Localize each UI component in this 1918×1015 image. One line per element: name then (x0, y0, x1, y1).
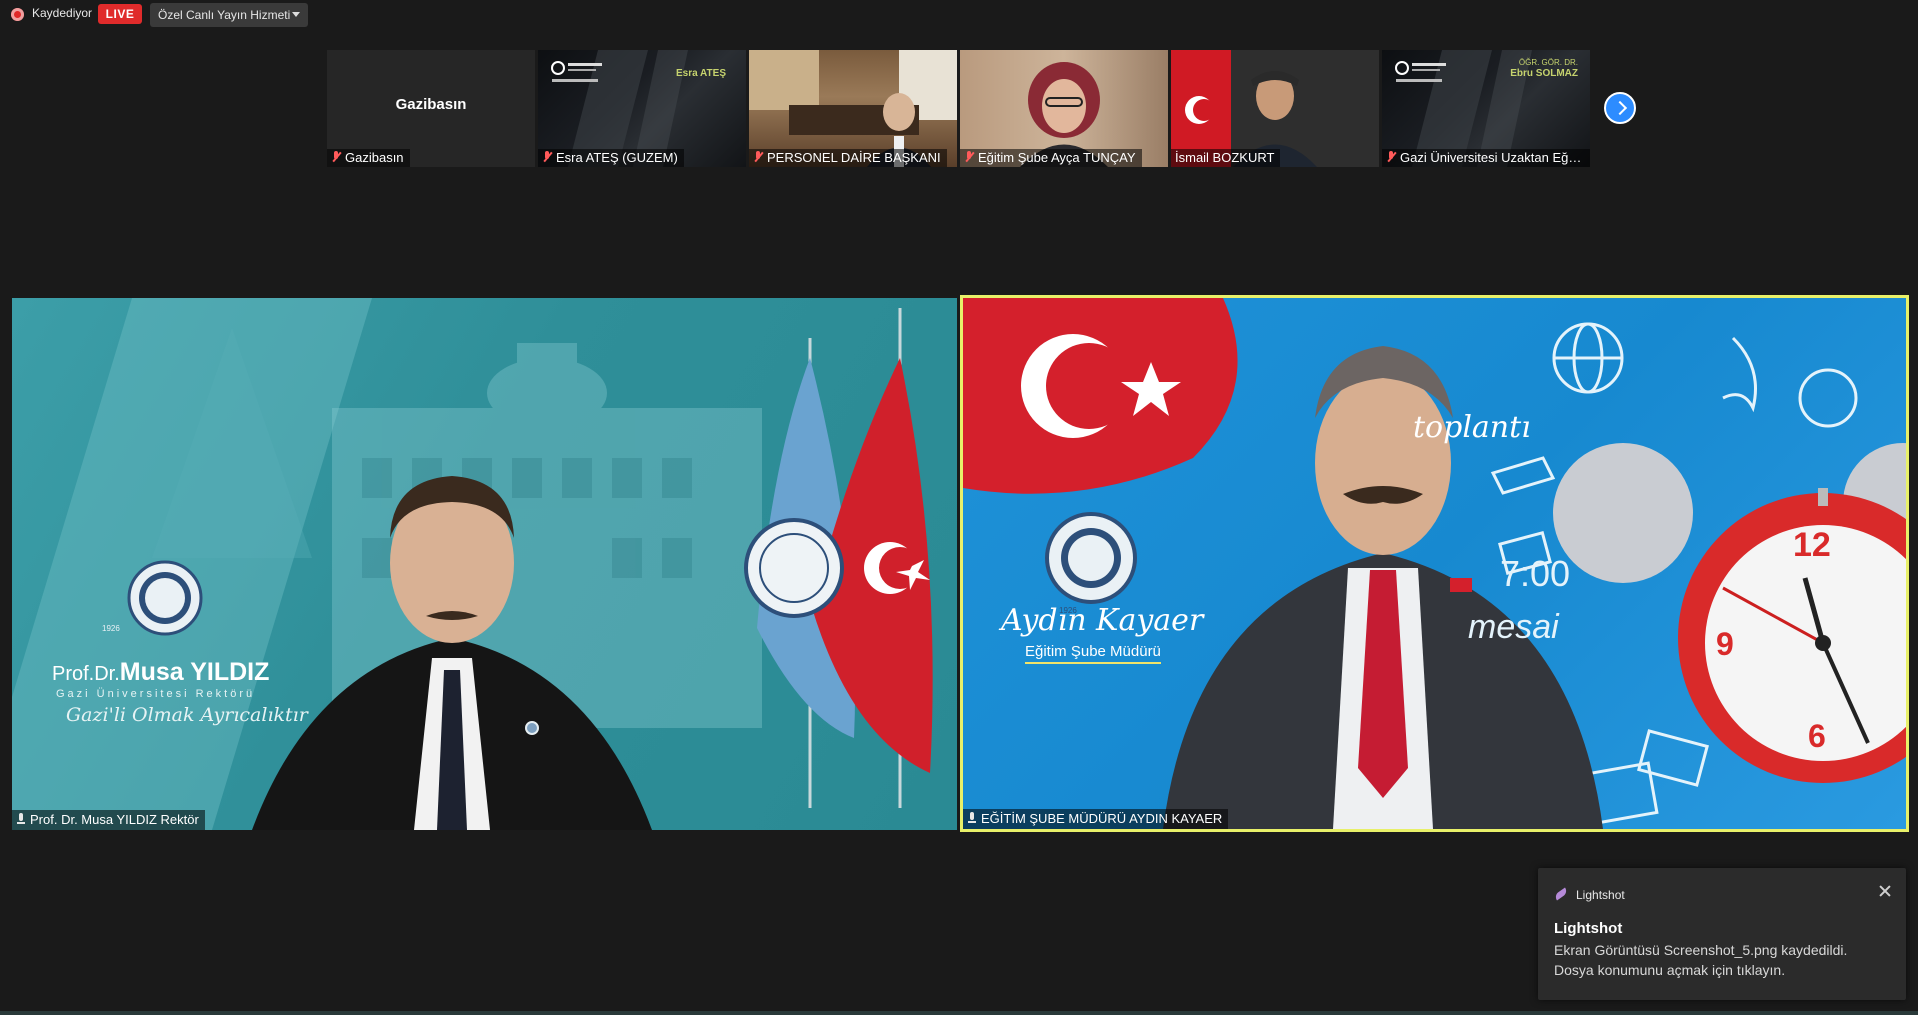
notification-app-name: Lightshot (1576, 888, 1625, 902)
mic-muted-icon (542, 151, 552, 163)
video-tile-active-speaker[interactable]: 1926 toplantı 7:00 mesai 12 9 6 Aydın Ka… (960, 295, 1909, 832)
meeting-top-bar: Kaydediyor LIVE Özel Canlı Yayın Hizmeti (0, 0, 1918, 30)
participant-name: Prof. Dr. Musa YILDIZ Rektör (30, 812, 199, 827)
background-title: Prof.Dr.Musa YILDIZ (52, 658, 269, 687)
participant-name-bar: Prof. Dr. Musa YILDIZ Rektör (12, 810, 205, 830)
live-stream-service-label: Özel Canlı Yayın Hizmeti (158, 8, 291, 22)
participant-center-name: Gazibasın (395, 96, 467, 113)
video-tile-left[interactable]: 1926 Prof.Dr.Musa YILDIZ Gazi Üniversite… (12, 298, 957, 830)
background-signature: Aydın Kayaer (1001, 603, 1204, 638)
participant-name: İsmail BOZKURT (1175, 150, 1275, 165)
live-stream-service-dropdown[interactable]: Özel Canlı Yayın Hizmeti (150, 3, 308, 27)
background-overlay-title: ÖĞR. GÖR. DR. (1518, 58, 1578, 67)
participant-thumbnail[interactable]: Gazibasın Gazibasın (327, 50, 535, 167)
background-overlay-name: Ebru SOLMAZ (1510, 68, 1578, 79)
participant-name: Gazibasın (345, 150, 404, 165)
participant-name: Esra ATEŞ (GUZEM) (556, 150, 678, 165)
background-word-mesai: mesai (1468, 608, 1559, 646)
notification-app-row: Lightshot (1553, 887, 1625, 902)
participant-name: Eğitim Şube Ayça TUNÇAY (978, 150, 1136, 165)
participant-name-bar: Gazi Üniversitesi Uzaktan Eğiti... (1382, 149, 1590, 167)
bottom-edge (0, 1011, 1918, 1015)
lightshot-notification[interactable]: Lightshot Lightshot Ekran Görüntüsü Scre… (1538, 868, 1906, 1000)
participant-name-bar: Eğitim Şube Ayça TUNÇAY (960, 149, 1142, 167)
virtual-background (963, 298, 1906, 829)
participant-name: EĞİTİM ŞUBE MÜDÜRÜ AYDIN KAYAER (981, 811, 1223, 826)
background-overlay-name: Esra ATEŞ (675, 68, 726, 79)
mic-muted-icon (753, 151, 763, 163)
notification-message[interactable]: Ekran Görüntüsü Screenshot_5.png kaydedi… (1554, 940, 1884, 980)
participant-thumbnail[interactable]: ÖĞR. GÖR. DR. Ebru SOLMAZ Gazi Üniversit… (1382, 50, 1590, 167)
participant-name: PERSONEL DAİRE BAŞKANI (767, 150, 941, 165)
mic-muted-icon (964, 151, 974, 163)
participant-thumbnail[interactable]: PERSONEL DAİRE BAŞKANI (749, 50, 957, 167)
recording-label: Kaydediyor (32, 6, 93, 20)
mic-on-icon (967, 812, 977, 824)
participant-thumbnail[interactable]: Esra ATEŞ Esra ATEŞ (GUZEM) (538, 50, 746, 167)
seal-year: 1926 (102, 624, 120, 633)
participant-name-bar: Esra ATEŞ (GUZEM) (538, 149, 684, 167)
background-word-toplanti: toplantı (1413, 410, 1531, 445)
background-role: Eğitim Şube Müdürü (1025, 643, 1161, 664)
participant-name-bar: İsmail BOZKURT (1171, 149, 1281, 167)
virtual-background (12, 298, 933, 830)
mic-muted-icon (1386, 151, 1396, 163)
lightshot-feather-icon (1553, 887, 1569, 901)
recording-icon (11, 8, 24, 21)
background-time: 7:00 (1500, 553, 1571, 594)
participant-name: Gazi Üniversitesi Uzaktan Eğiti... (1400, 150, 1589, 165)
mic-on-icon (16, 813, 26, 825)
clock-number-9: 9 (1716, 626, 1734, 662)
notification-title: Lightshot (1554, 920, 1623, 937)
background-subtitle: Gazi Üniversitesi Rektörü (56, 688, 256, 700)
participant-name-bar: Gazibasın (327, 149, 410, 167)
mic-muted-icon (331, 151, 341, 163)
background-slogan: Gazi'li Olmak Ayrıcalıktır (66, 704, 308, 726)
participant-name-bar: PERSONEL DAİRE BAŞKANI (749, 149, 947, 167)
clock-number-6: 6 (1808, 718, 1826, 754)
participant-name-bar: EĞİTİM ŞUBE MÜDÜRÜ AYDIN KAYAER (963, 809, 1229, 829)
participant-thumbnail[interactable]: İsmail BOZKURT (1171, 50, 1379, 167)
live-badge[interactable]: LIVE (98, 4, 142, 24)
chevron-down-icon (292, 12, 300, 17)
background-title-prefix: Prof.Dr. (52, 663, 120, 685)
clock-number-12: 12 (1793, 526, 1831, 564)
next-page-button[interactable] (1604, 92, 1636, 124)
background-title-name: Musa YILDIZ (119, 658, 270, 686)
close-icon[interactable] (1878, 884, 1892, 898)
participant-thumbnail[interactable]: Eğitim Şube Ayça TUNÇAY (960, 50, 1168, 167)
